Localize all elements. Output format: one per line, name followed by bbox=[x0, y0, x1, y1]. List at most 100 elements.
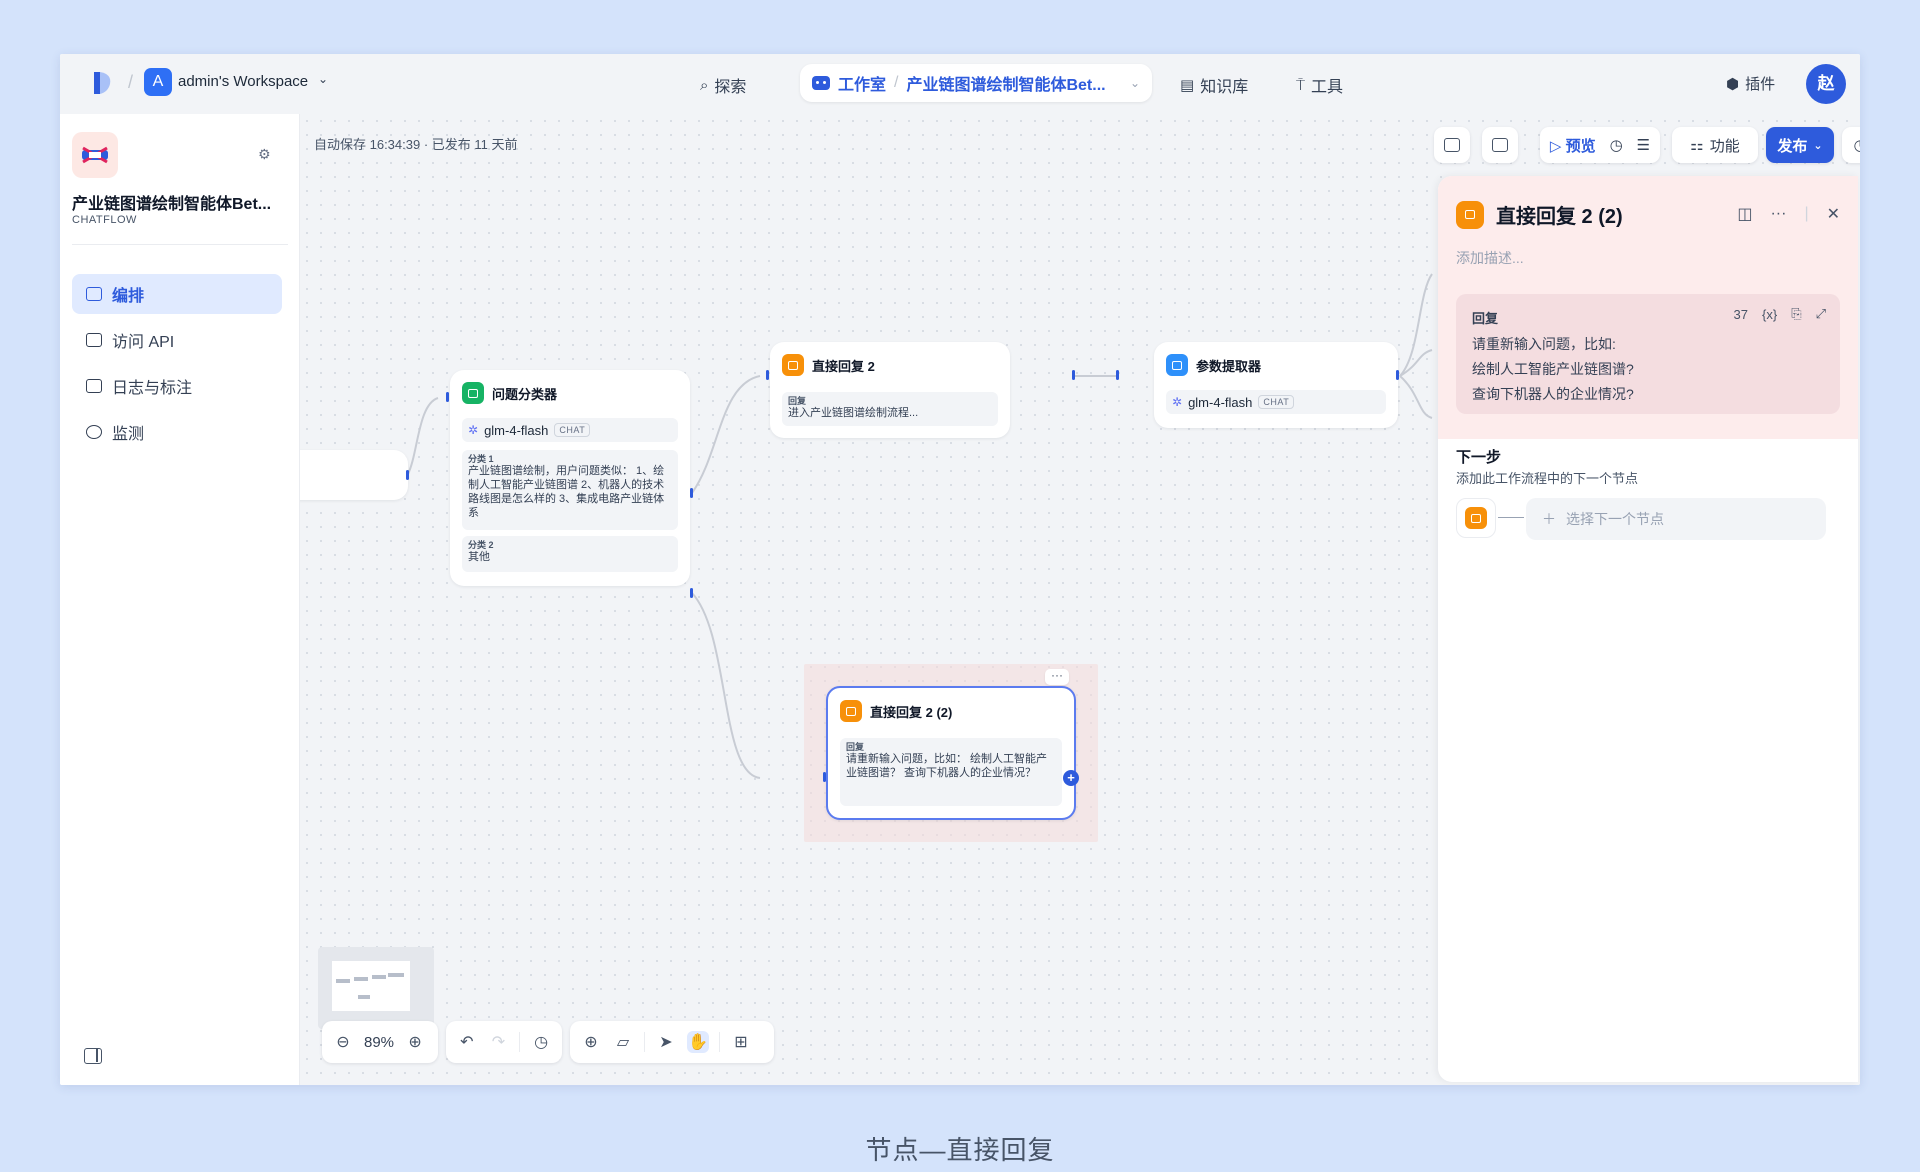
node-input-handle[interactable] bbox=[446, 392, 449, 402]
sidebar-item-label: 编排 bbox=[112, 288, 145, 305]
node-header: 直接回复 2 (2) bbox=[840, 700, 952, 722]
current-node-icon bbox=[1456, 498, 1496, 538]
version-history-button[interactable]: ◷ bbox=[1842, 127, 1860, 163]
node-output-handle[interactable] bbox=[406, 470, 409, 480]
node-output-handle[interactable] bbox=[1396, 370, 1399, 380]
chevron-down-icon[interactable]: ⌄ bbox=[1130, 76, 1140, 90]
class-1-handle[interactable] bbox=[690, 488, 693, 498]
history-icon[interactable]: ◷ bbox=[530, 1031, 552, 1053]
app-icon[interactable] bbox=[72, 132, 118, 178]
select-next-node-button[interactable]: ＋ 选择下一个节点 bbox=[1526, 498, 1826, 540]
reply-label: 回复 bbox=[846, 742, 865, 752]
direct-reply-2-node[interactable]: 直接回复 2 回复 进入产业链图谱绘制流程... bbox=[770, 342, 1010, 438]
nav-knowledge-label: 知识库 bbox=[1200, 79, 1249, 96]
file-list-icon bbox=[86, 379, 102, 393]
sidebar-item-orchestrate[interactable]: 编排 bbox=[72, 274, 282, 314]
features-button[interactable]: ⚏ 功能 bbox=[1672, 127, 1758, 163]
preview-button[interactable]: ▷ 预览 bbox=[1550, 135, 1596, 156]
layout-organize-icon[interactable]: ⊞ bbox=[730, 1031, 752, 1053]
chevron-down-icon: ⌄ bbox=[1813, 139, 1823, 152]
figure-caption: 节点—直接回复 bbox=[865, 1135, 1055, 1165]
model-selector[interactable]: ✲ glm-4-flash CHAT bbox=[1166, 390, 1386, 414]
chevron-down-icon[interactable]: ⌄ bbox=[318, 72, 328, 86]
nav-plugins[interactable]: ⬢ 插件 bbox=[1726, 73, 1775, 94]
publish-button[interactable]: 发布 ⌄ bbox=[1766, 127, 1834, 163]
note-icon[interactable]: ▱ bbox=[612, 1031, 634, 1053]
description-input[interactable]: 添加描述... bbox=[1456, 248, 1524, 268]
features-icon: ⚏ bbox=[1690, 137, 1704, 154]
publish-label: 发布 bbox=[1777, 137, 1808, 155]
insert-variable-button[interactable]: {x} bbox=[1762, 307, 1777, 322]
node-input-handle[interactable] bbox=[823, 772, 826, 782]
panel-title-text[interactable]: 直接回复 2 (2) bbox=[1496, 200, 1623, 229]
zoom-level[interactable]: 89% bbox=[364, 1034, 394, 1051]
reply-preview: 回复 进入产业链图谱绘制流程... bbox=[782, 392, 998, 426]
reply-tools: 37 {x} ⎘ ⤢ bbox=[1734, 306, 1826, 322]
redo-icon[interactable]: ↷ bbox=[488, 1031, 510, 1053]
reply-text[interactable]: 请重新输入问题，比如: 绘制人工智能产业链图谱? 查询下机器人的企业情况? bbox=[1472, 332, 1634, 407]
env-button[interactable] bbox=[1482, 127, 1518, 163]
hammer-icon: ⍑ bbox=[1296, 76, 1306, 94]
extractor-icon bbox=[1166, 354, 1188, 376]
split-view-icon[interactable]: ◫ bbox=[1737, 204, 1752, 224]
list-icon[interactable]: ☰ bbox=[1637, 136, 1650, 154]
model-name: glm-4-flash bbox=[484, 422, 549, 438]
dify-logo-icon[interactable] bbox=[90, 68, 114, 98]
edge-class1-reply2 bbox=[691, 375, 761, 494]
node-input-handle[interactable] bbox=[1116, 370, 1119, 380]
nav-plugins-label: 插件 bbox=[1745, 76, 1776, 93]
undo-redo-controls: ↶ ↷ ◷ bbox=[446, 1021, 562, 1063]
node-title: 问题分类器 bbox=[492, 386, 558, 402]
class-2-handle[interactable] bbox=[690, 588, 693, 598]
add-node-icon[interactable]: ⊕ bbox=[580, 1031, 602, 1053]
minimap-viewport bbox=[332, 961, 410, 1011]
robot-icon bbox=[812, 76, 830, 90]
parameter-extractor-node[interactable]: 参数提取器 ✲ glm-4-flash CHAT bbox=[1154, 342, 1398, 428]
reply-icon bbox=[840, 700, 862, 722]
settings-sliders-icon[interactable]: ⚙ bbox=[258, 146, 271, 163]
sidebar-item-api[interactable]: 访问 API bbox=[72, 320, 282, 360]
close-icon[interactable]: ✕ bbox=[1827, 204, 1840, 224]
workspace-avatar[interactable]: A bbox=[144, 68, 172, 96]
app-window: / A admin's Workspace ⌄ ⌕ 探索 工作室 / 产业链图谱… bbox=[60, 54, 1860, 1085]
nav-knowledge[interactable]: ▤ 知识库 bbox=[1180, 73, 1248, 97]
pointer-icon[interactable]: ➤ bbox=[655, 1031, 677, 1053]
node-more-button[interactable]: ··· bbox=[1045, 669, 1069, 685]
workspace-name[interactable]: admin's Workspace bbox=[178, 73, 308, 90]
sidebar-item-label: 监测 bbox=[112, 426, 145, 443]
add-next-node-button[interactable]: + bbox=[1063, 770, 1079, 786]
collapse-sidebar-icon[interactable] bbox=[84, 1048, 102, 1064]
node-header: 直接回复 2 bbox=[782, 354, 875, 376]
more-icon[interactable]: ··· bbox=[1770, 205, 1786, 223]
hand-icon[interactable]: ✋ bbox=[687, 1031, 709, 1053]
node-input-handle[interactable] bbox=[766, 370, 769, 380]
direct-reply-2-2-node[interactable]: 直接回复 2 (2) 回复 请重新输入问题，比如： 绘制人工智能产业链图谱？ 查… bbox=[826, 686, 1076, 820]
nav-studio-label[interactable]: 工作室 bbox=[838, 71, 886, 95]
nav-tools[interactable]: ⍑ 工具 bbox=[1296, 73, 1343, 97]
zoom-out-icon[interactable]: ⊖ bbox=[332, 1031, 354, 1053]
minimap[interactable] bbox=[318, 947, 434, 1029]
history-icon[interactable]: ◷ bbox=[1610, 136, 1623, 154]
user-avatar[interactable]: 赵 bbox=[1806, 64, 1846, 104]
undo-icon[interactable]: ↶ bbox=[456, 1031, 478, 1053]
model-selector[interactable]: ✲ glm-4-flash CHAT bbox=[462, 418, 678, 442]
class-text: 产业链图谱绘制，用户问题类似： 1、绘制人工智能产业链图谱 2、机器人的技术路线… bbox=[468, 465, 665, 519]
left-sidebar: ⚙ 产业链图谱绘制智能体Bet... CHATFLOW 编排 访问 API 日志… bbox=[60, 114, 300, 1085]
expand-icon[interactable]: ⤢ bbox=[1816, 306, 1826, 322]
nav-explore[interactable]: ⌕ 探索 bbox=[700, 73, 746, 97]
sidebar-item-monitor[interactable]: 监测 bbox=[72, 412, 282, 452]
reply-editor[interactable]: 回复 37 {x} ⎘ ⤢ 请重新输入问题，比如: 绘制人工智能产业链图谱? 查… bbox=[1456, 294, 1840, 414]
start-node-partial[interactable] bbox=[300, 450, 408, 500]
node-output-handle[interactable] bbox=[1072, 370, 1075, 380]
zoom-in-icon[interactable]: ⊕ bbox=[404, 1031, 426, 1053]
preview-label: 预览 bbox=[1565, 137, 1596, 155]
copy-icon[interactable]: ⎘ bbox=[1791, 306, 1801, 322]
compass-icon: ⌕ bbox=[700, 76, 709, 94]
studio-breadcrumb[interactable]: 工作室 / 产业链图谱绘制智能体Bet... ⌄ bbox=[800, 64, 1152, 102]
checklist-button[interactable] bbox=[1434, 127, 1470, 163]
question-classifier-node[interactable]: 问题分类器 ✲ glm-4-flash CHAT 分类 1 产业链图谱绘制，用户… bbox=[450, 370, 690, 586]
current-app-name[interactable]: 产业链图谱绘制智能体Bet... bbox=[906, 71, 1121, 95]
reply-label: 回复 bbox=[1472, 311, 1499, 326]
edge-extractor-out1 bbox=[1399, 273, 1433, 377]
sidebar-item-logs[interactable]: 日志与标注 bbox=[72, 366, 282, 406]
